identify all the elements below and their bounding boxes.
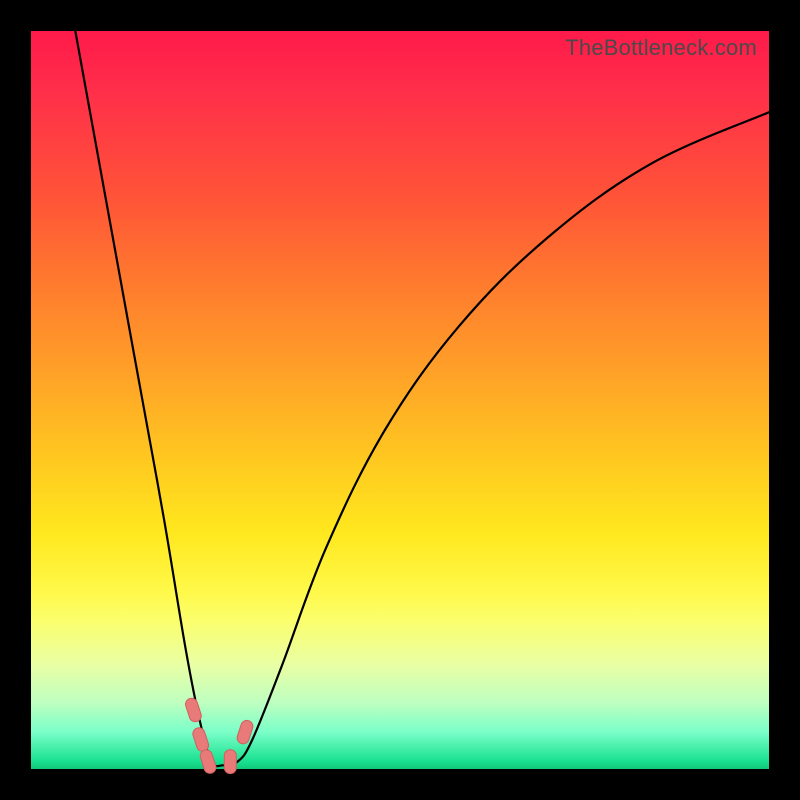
curve-marker bbox=[191, 726, 210, 753]
chart-svg bbox=[31, 31, 769, 769]
marker-group bbox=[184, 697, 254, 775]
bottleneck-curve bbox=[75, 31, 769, 766]
curve-marker bbox=[224, 750, 236, 774]
curve-marker bbox=[184, 697, 203, 724]
chart-frame: TheBottleneck.com bbox=[0, 0, 800, 800]
plot-area: TheBottleneck.com bbox=[31, 31, 769, 769]
curve-marker bbox=[199, 748, 218, 775]
